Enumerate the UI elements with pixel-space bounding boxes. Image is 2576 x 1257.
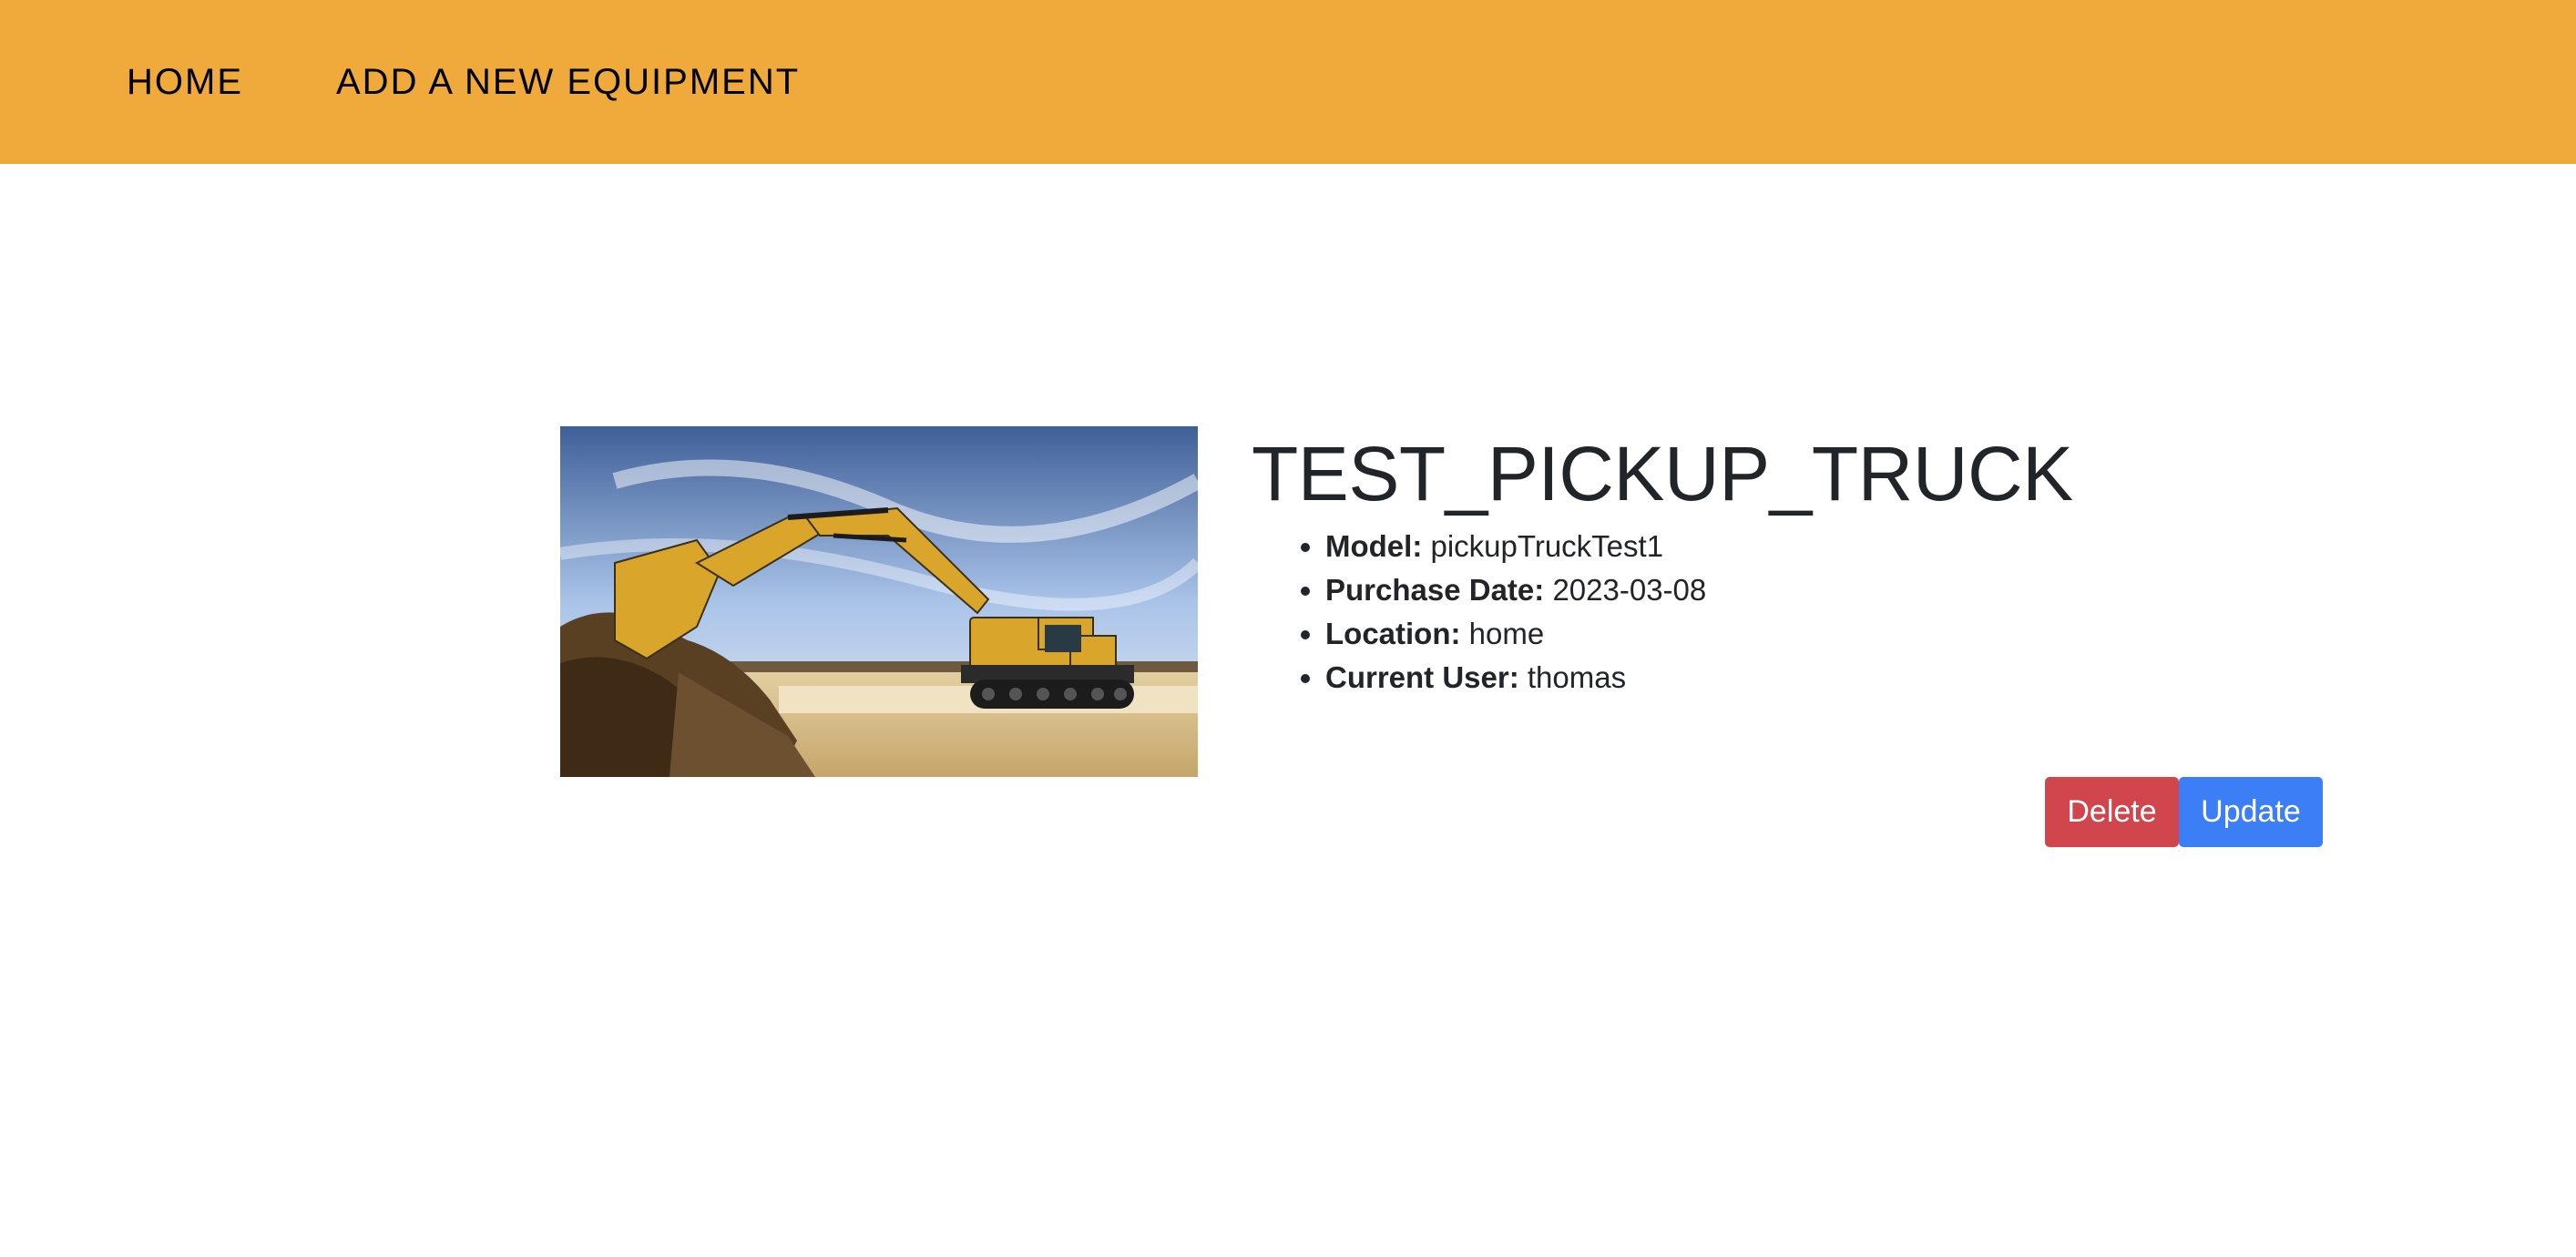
equipment-details: TEST_PICKUP_TRUCK Model: pickupTruckTest… bbox=[1252, 428, 2073, 700]
spec-list: Model: pickupTruckTest1 Purchase Date: 2… bbox=[1252, 525, 2073, 700]
spec-label: Current User: bbox=[1325, 660, 1519, 694]
nav-link-add-equipment[interactable]: ADD A NEW EQUIPMENT bbox=[336, 62, 800, 103]
excavator-illustration bbox=[560, 426, 1198, 777]
action-buttons: Delete Update bbox=[2045, 777, 2323, 847]
spec-current-user: Current User: thomas bbox=[1325, 656, 2073, 700]
spec-label: Location: bbox=[1325, 617, 1461, 650]
update-button[interactable]: Update bbox=[2179, 777, 2323, 847]
equipment-title: TEST_PICKUP_TRUCK bbox=[1252, 431, 2073, 516]
nav-link-home[interactable]: HOME bbox=[127, 62, 243, 103]
spec-location: Location: home bbox=[1325, 612, 2073, 656]
delete-button[interactable]: Delete bbox=[2045, 777, 2179, 847]
top-navbar: HOME ADD A NEW EQUIPMENT bbox=[0, 0, 2576, 164]
spec-purchase-date: Purchase Date: 2023-03-08 bbox=[1325, 568, 2073, 612]
spec-model: Model: pickupTruckTest1 bbox=[1325, 525, 2073, 568]
spec-label: Purchase Date: bbox=[1325, 573, 1545, 607]
equipment-photo bbox=[560, 426, 1198, 777]
spec-value: thomas bbox=[1527, 660, 1627, 694]
spec-value: pickupTruckTest1 bbox=[1430, 529, 1664, 563]
spec-value: 2023-03-08 bbox=[1552, 573, 1707, 607]
spec-label: Model: bbox=[1325, 529, 1423, 563]
spec-value: home bbox=[1468, 617, 1545, 650]
